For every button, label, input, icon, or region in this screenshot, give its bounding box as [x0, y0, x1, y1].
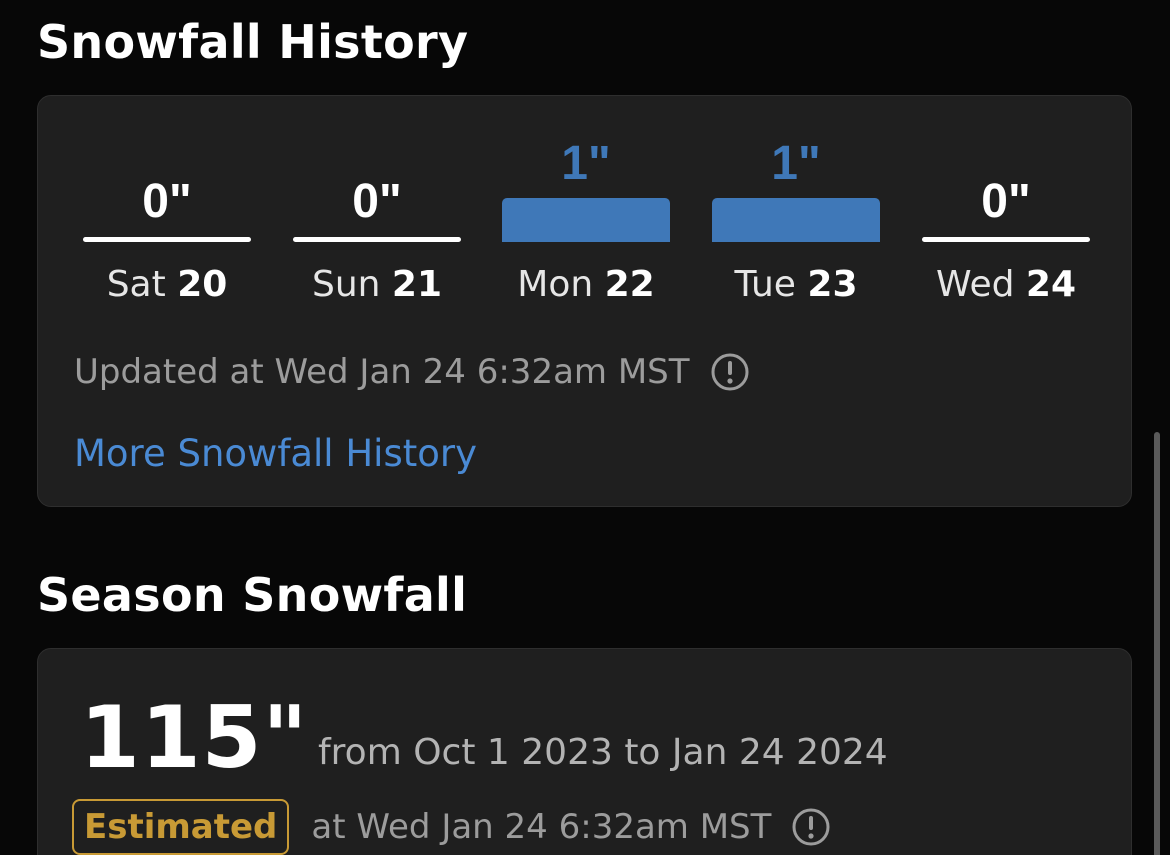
- day-column-wed: 0" Wed 24: [922, 96, 1090, 406]
- day-label: Tue 23: [712, 263, 880, 307]
- day-label: Wed 24: [922, 263, 1090, 307]
- day-name: Sat: [106, 264, 166, 305]
- zero-baseline: [83, 237, 251, 242]
- season-snowfall-card: 115" from Oct 1 2023 to Jan 24 2024 Esti…: [37, 648, 1132, 855]
- zero-baseline: [922, 237, 1090, 242]
- snow-amount: 0": [142, 175, 192, 228]
- zero-baseline: [293, 237, 461, 242]
- estimate-row: Estimated at Wed Jan 24 6:32am MST: [72, 799, 831, 855]
- day-date: 21: [391, 264, 443, 305]
- season-snowfall-title: Season Snowfall: [37, 568, 468, 622]
- day-label: Sun 21: [293, 263, 461, 307]
- estimated-badge: Estimated: [72, 799, 290, 855]
- day-date: 23: [807, 264, 858, 305]
- day-label: Mon 22: [502, 263, 670, 307]
- season-total: 115": [80, 688, 309, 788]
- snow-amount: 1": [561, 137, 611, 190]
- day-label: Sat 20: [83, 263, 251, 307]
- updated-timestamp-row: Updated at Wed Jan 24 6:32am MST: [74, 350, 750, 394]
- more-snowfall-history-link[interactable]: More Snowfall History: [74, 432, 477, 476]
- snow-amount: 0": [981, 175, 1031, 228]
- estimate-timestamp: at Wed Jan 24 6:32am MST: [311, 807, 772, 847]
- snowfall-bar: [712, 198, 880, 242]
- day-name: Tue: [734, 264, 796, 305]
- day-date: 24: [1025, 264, 1077, 305]
- snowfall-history-card: 0" Sat 20 0" Sun 21 1" Mon 22 1" Tue 23 …: [37, 95, 1132, 507]
- snowfall-bar: [502, 198, 670, 242]
- scrollbar-thumb[interactable]: [1154, 432, 1160, 855]
- day-name: Wed: [935, 264, 1015, 305]
- info-circle-icon[interactable]: [710, 352, 750, 392]
- day-date: 22: [604, 264, 655, 305]
- snow-amount: 1": [771, 137, 821, 190]
- day-date: 20: [177, 264, 228, 305]
- snowfall-history-title: Snowfall History: [37, 15, 469, 69]
- snow-amount: 0": [352, 175, 402, 228]
- updated-timestamp: Updated at Wed Jan 24 6:32am MST: [74, 352, 690, 392]
- season-date-range: from Oct 1 2023 to Jan 24 2024: [318, 732, 888, 773]
- info-circle-icon[interactable]: [791, 807, 831, 847]
- day-name: Mon: [517, 264, 594, 305]
- day-name: Sun: [311, 264, 381, 305]
